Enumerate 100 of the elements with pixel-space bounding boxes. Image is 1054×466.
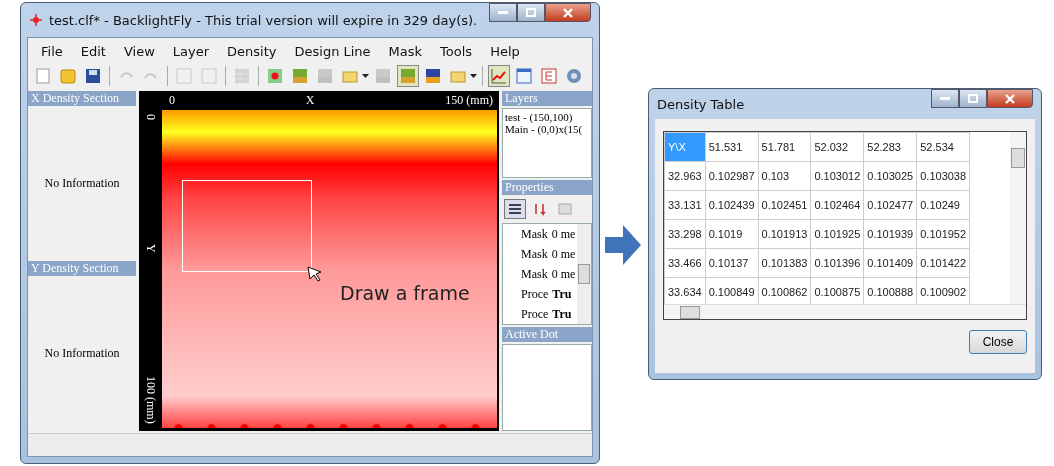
section-message: No Information — [44, 176, 120, 191]
property-value: 0 me — [551, 266, 576, 283]
cursor-icon — [307, 266, 323, 282]
property-name: Proce — [521, 306, 549, 323]
property-value: Tru — [552, 286, 572, 303]
floppy-icon — [85, 68, 101, 84]
maximize-icon — [526, 8, 536, 17]
panel-title: Y Density Section — [28, 261, 136, 276]
page-icon — [557, 202, 573, 216]
close-icon — [563, 7, 573, 18]
image-icon — [292, 68, 308, 84]
window-title: test.clf* - BacklightFly - This trial version will expire in 329 day(s). — [49, 12, 478, 28]
table-cell: 0.10137 — [705, 248, 759, 278]
property-value: 0 me — [551, 226, 576, 243]
table-cell: 0.102477 — [863, 190, 917, 220]
line-chart-icon — [491, 68, 507, 84]
column-header[interactable]: 51.531 — [705, 132, 759, 162]
panel-title: Layers — [502, 91, 592, 106]
toolbar-button[interactable] — [488, 65, 510, 87]
table-cell: 0.1019 — [705, 219, 759, 249]
annotation-text: Draw a frame — [340, 282, 470, 304]
settings-icon — [566, 68, 582, 84]
table-cell: 0.10249 — [916, 190, 970, 220]
layer-entry[interactable]: Main - (0,0)x(15( — [505, 123, 589, 135]
scrollbar[interactable] — [1010, 132, 1026, 304]
table-cell: 0.103038 — [916, 161, 970, 191]
image-icon — [375, 68, 391, 84]
property-value: Tru — [552, 306, 572, 323]
table-cell: 0.102439 — [705, 190, 759, 220]
menu-item[interactable]: Design Line — [285, 42, 380, 61]
property-name: Mask — [521, 246, 548, 263]
toolbar-button[interactable] — [513, 65, 535, 87]
table-cell: 0.101939 — [863, 219, 917, 249]
scrollbar[interactable] — [664, 304, 1026, 319]
section-message: No Information — [44, 346, 120, 361]
window-title: Density Table — [657, 96, 745, 112]
property-name: Mask — [521, 226, 548, 243]
axis-label: Y — [143, 243, 158, 253]
property-name: Mask — [521, 266, 548, 283]
axis-label: 0 — [169, 93, 175, 108]
table-cell: 0.101422 — [916, 248, 970, 278]
frame-icon — [201, 68, 217, 84]
maximize-button[interactable] — [959, 89, 987, 108]
close-button[interactable] — [987, 89, 1033, 108]
axis-label: 100 (mm) — [143, 376, 158, 424]
column-header[interactable]: 52.283 — [863, 132, 917, 162]
caret-icon[interactable] — [362, 74, 369, 78]
layer-entry[interactable]: test - (150,100) — [505, 111, 589, 123]
menu-item[interactable]: Mask — [379, 42, 432, 61]
table-cell: 32.963 — [664, 161, 706, 191]
table-cell: 0.101913 — [758, 219, 811, 249]
menu-item[interactable]: Tools — [431, 42, 482, 61]
table-cell: 33.131 — [664, 190, 706, 220]
image-icon — [400, 68, 416, 84]
table-cell: 0.102464 — [810, 190, 864, 220]
menu-item[interactable]: Layer — [163, 42, 219, 61]
arrow-icon — [605, 225, 641, 265]
folder-icon — [450, 68, 466, 84]
menu-item[interactable]: Density — [218, 42, 286, 61]
minimize-button[interactable] — [931, 89, 959, 108]
table-cell: 33.298 — [664, 219, 706, 249]
close-button[interactable] — [545, 3, 591, 22]
panel-title: X Density Section — [28, 91, 136, 106]
minimize-button[interactable] — [489, 3, 517, 22]
table-cell: 0.103 — [758, 161, 811, 191]
dot-grid-icon — [267, 68, 283, 84]
crosshair-icon — [29, 13, 43, 27]
document-icon — [541, 68, 557, 84]
property-name: Proce — [521, 286, 549, 303]
list-icon — [507, 202, 523, 216]
axis-label: 150 (mm) — [445, 93, 493, 108]
grid-icon — [234, 68, 250, 84]
menu-item[interactable]: View — [114, 42, 164, 61]
table-cell: 0.103012 — [810, 161, 864, 191]
table-cell: 0.101925 — [810, 219, 864, 249]
table-cell: 0.103025 — [863, 161, 917, 191]
axis-label: 0 — [143, 114, 158, 120]
table-cell: 0.101409 — [863, 248, 917, 278]
menu-item[interactable]: File — [32, 42, 72, 61]
image-icon — [317, 68, 333, 84]
df-icon — [425, 68, 441, 84]
column-header[interactable]: 52.534 — [916, 132, 970, 162]
maximize-button[interactable] — [517, 3, 545, 22]
caret-icon[interactable] — [470, 74, 477, 78]
table-cell: 0.101952 — [916, 219, 970, 249]
menu-item[interactable]: Help — [481, 42, 529, 61]
column-header[interactable]: 51.781 — [758, 132, 811, 162]
folder-icon — [60, 68, 76, 84]
table-cell: 0.101383 — [758, 248, 811, 278]
scrollbar[interactable] — [577, 224, 591, 324]
folder-icon — [342, 68, 358, 84]
property-value: 0 me — [551, 246, 576, 263]
table-cell: 33.466 — [664, 248, 706, 278]
axis-label: X — [305, 93, 315, 108]
close-button[interactable]: Close — [969, 330, 1027, 354]
page-icon — [36, 68, 50, 84]
categorized-button[interactable] — [504, 199, 526, 219]
menu-item[interactable]: Edit — [71, 42, 115, 61]
panel-title: Properties — [502, 180, 592, 195]
column-header[interactable]: 52.032 — [810, 132, 864, 162]
